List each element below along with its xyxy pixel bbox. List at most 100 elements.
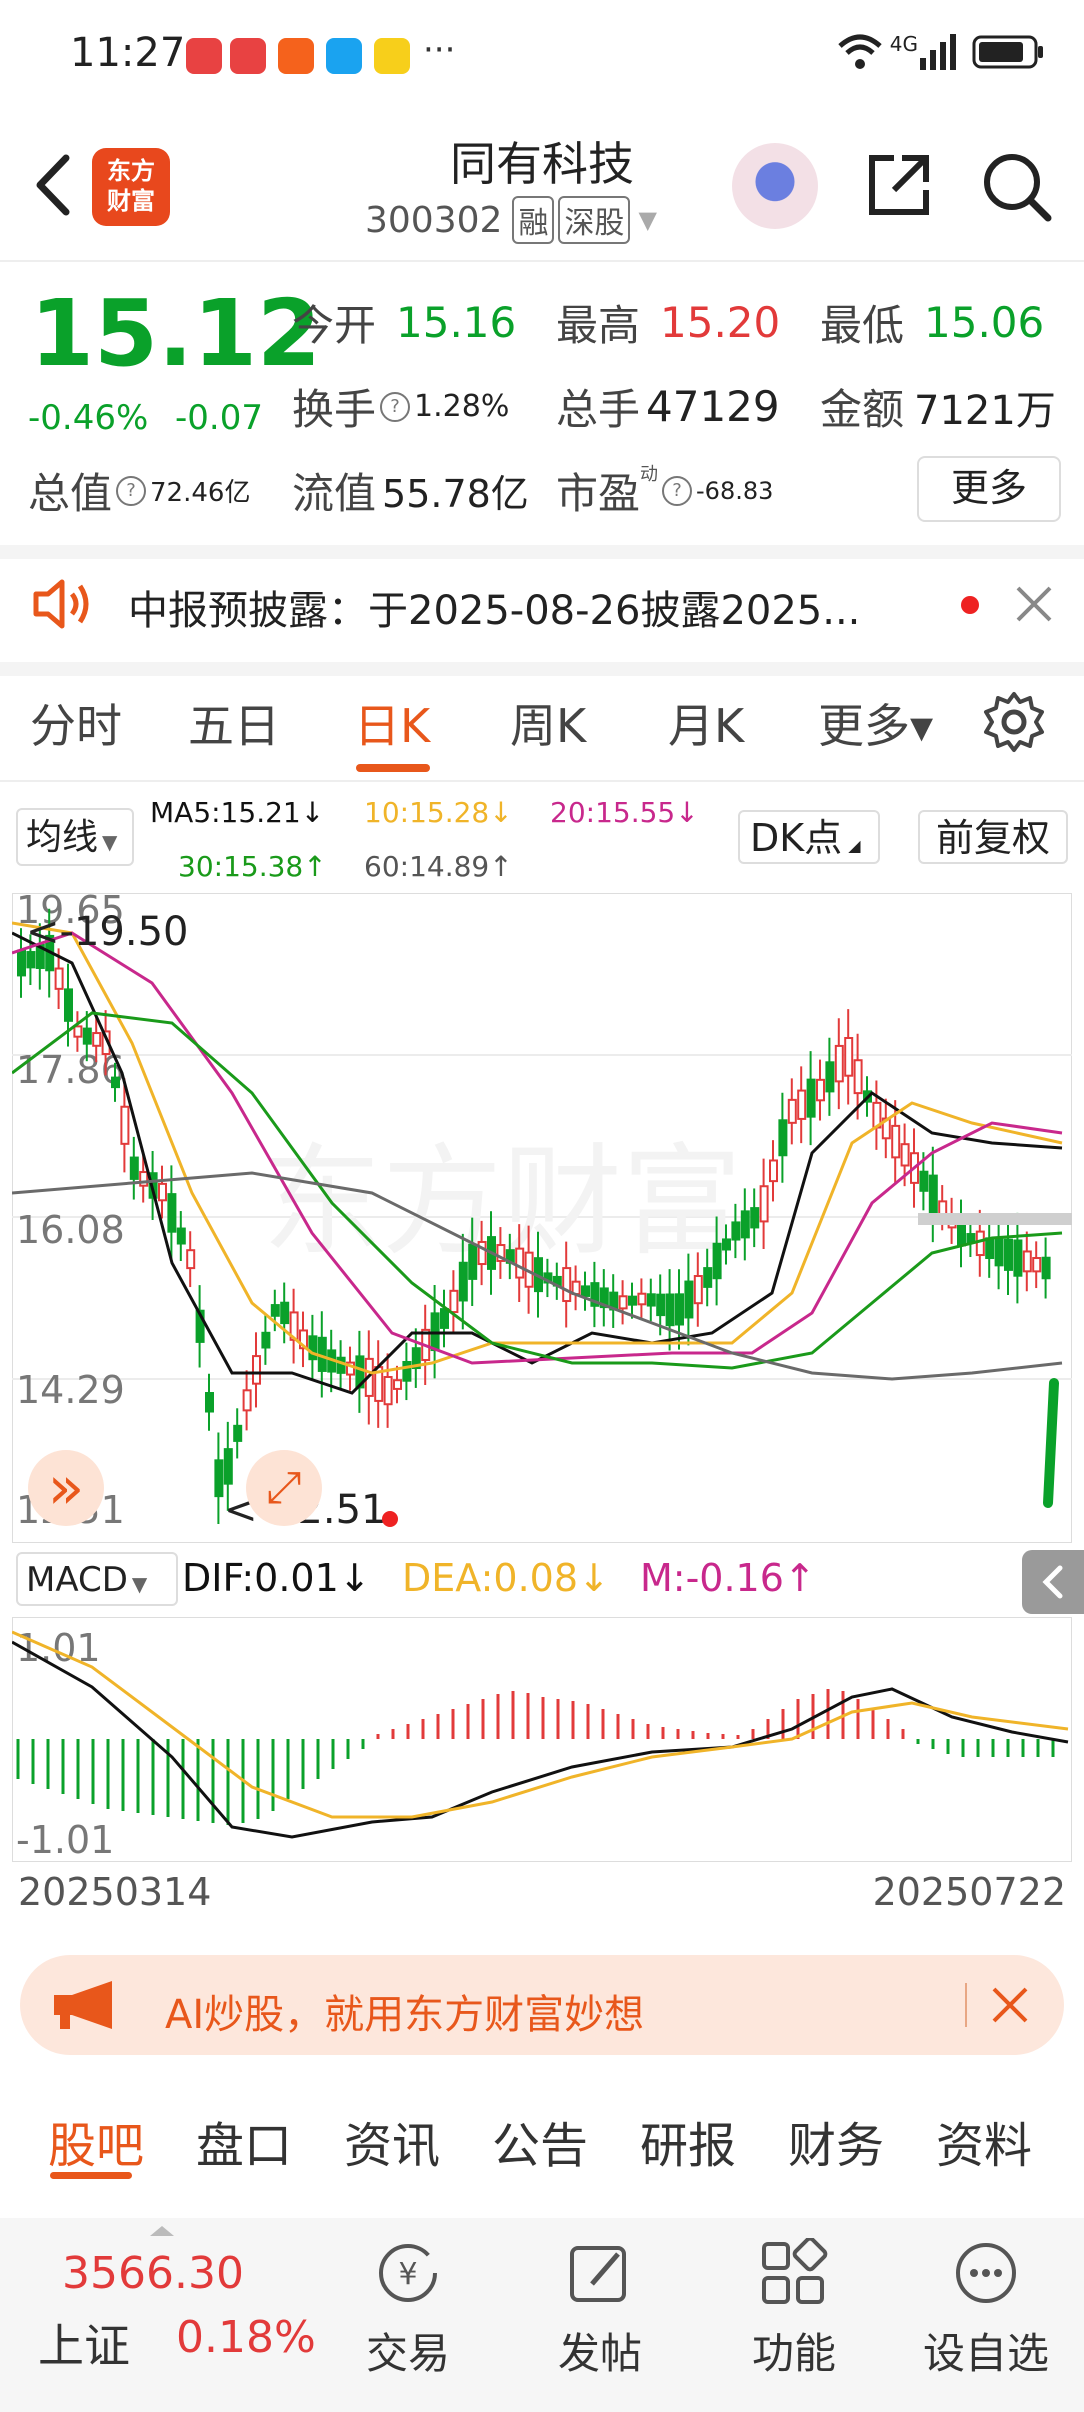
indicator-selector[interactable]: MACD ▼ <box>16 1552 178 1606</box>
index-value[interactable]: 3566.30 <box>62 2248 244 2299</box>
tab-announcements[interactable]: 公告 <box>492 2106 588 2176</box>
candle-body <box>167 1193 177 1233</box>
help-icon: ? <box>116 475 147 506</box>
tab-orderbook[interactable]: 盘口 <box>196 2106 292 2176</box>
status-time: 11:27 <box>70 30 186 76</box>
min-marker <box>382 1511 398 1527</box>
candle-body <box>806 1078 816 1118</box>
more-circle-icon <box>956 2243 1016 2303</box>
end-date: 20250722 <box>872 1870 1066 1914</box>
candle-body <box>111 1076 120 1089</box>
more-notifications-icon: ··· <box>423 30 456 70</box>
edit-icon <box>570 2246 626 2302</box>
macd-chart[interactable]: 1.01 -1.01 <box>12 1617 1072 1862</box>
tab-forum[interactable]: 股吧 <box>48 2106 144 2176</box>
index-change[interactable]: 0.18% <box>176 2312 316 2363</box>
tab-profile[interactable]: 资料 <box>936 2106 1032 2176</box>
dropdown-icon: ▼ <box>638 206 657 234</box>
close-icon[interactable] <box>990 1985 1030 2025</box>
mktcap-stat[interactable]: 总值? 72.46亿 <box>28 460 250 521</box>
nav-watchlist[interactable]: 设自选 <box>896 2238 1076 2381</box>
active-tab-indicator <box>356 764 430 772</box>
collapse-panel-button[interactable] <box>1022 1550 1084 1614</box>
close-icon[interactable] <box>1014 584 1054 624</box>
unread-dot <box>961 596 979 614</box>
candle-body <box>515 1247 525 1279</box>
y-tick-label: 14.29 <box>16 1368 125 1412</box>
fullscreen-icon[interactable]: ⤢ <box>246 1450 322 1526</box>
expand-left-icon[interactable]: » <box>28 1450 104 1526</box>
open-stat: 今开 15.16 <box>292 298 517 350</box>
candle-body <box>205 1392 214 1413</box>
tab-weekly-k[interactable]: 周K <box>510 690 586 756</box>
candle-body <box>816 1078 825 1102</box>
tab-monthly-k[interactable]: 月K <box>668 690 744 756</box>
more-stats-button[interactable]: 更多 <box>917 456 1061 522</box>
stock-code-row[interactable]: 300302 融 深股 ▼ <box>365 196 657 244</box>
settings-gear-icon[interactable] <box>982 690 1046 754</box>
turnover-stat[interactable]: 换手? 1.28% <box>292 376 509 437</box>
candle-body <box>957 1220 966 1247</box>
macd-frame <box>12 1617 1072 1862</box>
candle-body <box>665 1293 675 1327</box>
candle-body <box>797 1089 807 1120</box>
tab-research[interactable]: 研报 <box>640 2106 736 2176</box>
candle-body <box>900 1143 910 1167</box>
pe-stat[interactable]: 市盈动? -68.83 <box>556 460 773 521</box>
svg-text:¥: ¥ <box>398 2257 417 2292</box>
active-tab-indicator <box>50 2172 132 2179</box>
candle-body <box>1041 1256 1051 1280</box>
candle-body <box>938 1200 948 1215</box>
candle-body <box>1032 1257 1042 1273</box>
candle-body <box>458 1261 468 1302</box>
expand-arrow-icon[interactable] <box>150 2226 174 2236</box>
nav-post[interactable]: 发帖 <box>510 2238 690 2381</box>
candle-body <box>233 1424 243 1442</box>
tab-news[interactable]: 资讯 <box>344 2106 440 2176</box>
status-bar: 11:27 ··· 4G <box>0 0 1084 110</box>
speaker-icon <box>33 579 89 629</box>
ma-selector[interactable]: 均线 ▼ <box>16 808 134 866</box>
tab-financials[interactable]: 财务 <box>788 2106 884 2176</box>
megaphone-icon <box>54 1981 112 2029</box>
macd-y-top: 1.01 <box>16 1626 101 1670</box>
float-stat: 流值 55.78亿 <box>292 469 529 518</box>
stock-code: 300302 <box>365 199 503 241</box>
candle-body <box>176 1227 186 1245</box>
amount-stat: 金额 7121万 <box>820 385 1056 434</box>
ai-assistant-avatar[interactable] <box>732 143 818 229</box>
index-name[interactable]: 上证 <box>38 2310 130 2376</box>
search-icon[interactable] <box>980 150 1052 222</box>
candle-body <box>440 1308 449 1329</box>
nav-trade[interactable]: ¥ 交易 <box>318 2238 498 2381</box>
tab-intraday[interactable]: 分时 <box>30 690 122 756</box>
share-icon[interactable] <box>864 150 934 220</box>
help-icon: ? <box>662 475 693 506</box>
current-price: 15.12 <box>30 280 322 387</box>
signal-icon <box>920 34 956 70</box>
candle-body <box>223 1448 233 1485</box>
candle-body <box>853 1059 863 1095</box>
candle-body <box>270 1304 280 1317</box>
candle-body <box>693 1275 703 1305</box>
help-icon: ? <box>380 391 411 422</box>
tab-five-day[interactable]: 五日 <box>188 690 280 756</box>
adjustment-button[interactable]: 前复权 <box>918 810 1068 864</box>
candle-body <box>1022 1250 1032 1273</box>
start-date: 20250314 <box>18 1870 212 1914</box>
nav-functions[interactable]: 功能 <box>704 2236 884 2381</box>
high-stat: 最高 15.20 <box>556 298 781 350</box>
tab-more[interactable]: 更多▾ <box>818 690 933 756</box>
divider <box>0 780 1084 782</box>
macd-dea: DEA:0.08↓ <box>402 1556 610 1600</box>
candle-body <box>186 1249 196 1270</box>
tab-daily-k[interactable]: 日K <box>354 690 430 756</box>
candlestick-chart[interactable]: 东方财富19.6517.8616.0814.2912.51<-19.50<-12… <box>12 893 1072 1543</box>
notice-text[interactable]: 中报预披露：于2025-08-26披露2025... <box>128 578 860 636</box>
candle-body <box>92 1032 102 1047</box>
divider <box>0 662 1084 676</box>
dk-point-button[interactable]: DK点 ◢ <box>738 810 880 864</box>
trade-yen-icon: ¥ <box>379 2244 437 2302</box>
ai-promo-banner[interactable]: AI炒股，就用东方财富妙想 <box>20 1955 1064 2055</box>
candle-body <box>468 1243 478 1280</box>
